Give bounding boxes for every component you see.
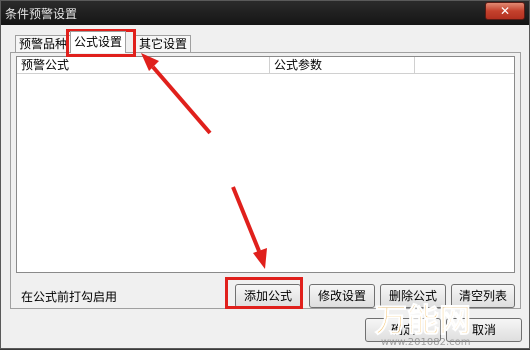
- delete-formula-button[interactable]: 删除公式: [380, 284, 446, 308]
- formula-list[interactable]: 预警公式 公式参数: [16, 56, 515, 273]
- add-formula-button[interactable]: 添加公式: [235, 284, 301, 308]
- modify-settings-button[interactable]: 修改设置: [309, 284, 375, 308]
- tab-alert-symbols[interactable]: 预警品种: [15, 35, 72, 53]
- column-header-params[interactable]: 公式参数: [270, 57, 415, 74]
- list-header: 预警公式 公式参数: [17, 57, 514, 75]
- tab-other-settings[interactable]: 其它设置: [135, 35, 192, 53]
- title-bar: 条件预警设置 ✕: [1, 1, 529, 25]
- column-header-formula[interactable]: 预警公式: [17, 57, 270, 74]
- dialog-window: 条件预警设置 ✕ 预警品种 公式设置 其它设置 预警公式 公式参数 在公式前打勾…: [0, 0, 530, 349]
- tab-panel: 预警公式 公式参数 在公式前打勾启用 添加公式 修改设置 删除公式 清空列表: [10, 52, 521, 309]
- close-button[interactable]: ✕: [485, 2, 525, 20]
- ok-button[interactable]: 确定: [365, 318, 441, 342]
- enable-hint: 在公式前打勾启用: [21, 290, 118, 304]
- tab-formula-settings[interactable]: 公式设置: [70, 31, 127, 53]
- cancel-button[interactable]: 取消: [446, 318, 522, 342]
- window-title: 条件预警设置: [5, 7, 78, 21]
- column-header-empty[interactable]: [415, 57, 514, 74]
- clear-list-button[interactable]: 清空列表: [451, 284, 515, 308]
- close-icon: ✕: [499, 4, 511, 18]
